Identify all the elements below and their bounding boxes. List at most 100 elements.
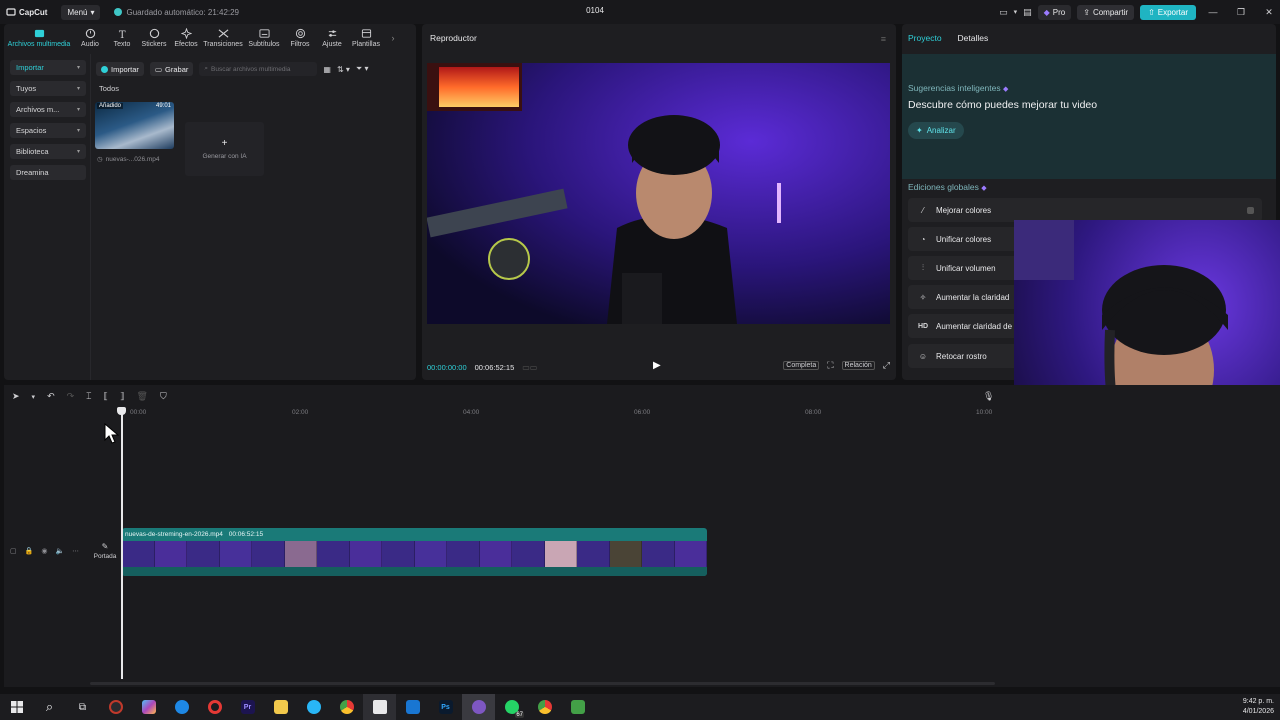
toggle-switch[interactable] xyxy=(1247,207,1254,214)
track-toggle-icon[interactable]: ▢ xyxy=(10,547,17,555)
fullscreen-icon[interactable]: ⤢ xyxy=(883,360,890,371)
edge-icon[interactable] xyxy=(165,694,198,720)
chevron-down-icon: ▾ xyxy=(76,149,80,155)
cover-button[interactable]: ✎ Portada xyxy=(90,537,120,565)
search-icon[interactable]: ⌕ xyxy=(33,694,66,720)
play-button[interactable]: ▶ xyxy=(653,360,661,371)
tool-media[interactable]: Archivos multimedia xyxy=(4,24,74,52)
system-clock[interactable]: 9:42 p. m. 4/01/2026 xyxy=(1243,697,1274,717)
sparkle-icon: ✧ xyxy=(919,292,927,302)
nav-item-library[interactable]: Biblioteca ▾ xyxy=(10,144,86,159)
tool-effects[interactable]: Efectos xyxy=(170,24,202,52)
nav-item-media-files[interactable]: Archivos m... ▾ xyxy=(10,102,86,117)
premiere-icon[interactable]: Pr xyxy=(231,694,264,720)
tool-adjust[interactable]: Ajuste xyxy=(316,24,348,52)
chevron-down-icon: ▾ xyxy=(76,65,80,71)
import-icon xyxy=(101,65,108,73)
record-button[interactable]: ▭ Grabar xyxy=(149,62,194,76)
menu-button[interactable]: Menú ▾ xyxy=(61,4,101,20)
split-icon[interactable]: ⌶ xyxy=(86,391,91,402)
timeline-scrollbar[interactable] xyxy=(90,682,995,685)
tool-subtitles[interactable]: Subtítulos xyxy=(244,24,284,52)
marker-icon[interactable]: ⛉ xyxy=(160,391,167,402)
sort-icon[interactable]: ⇅ ▾ xyxy=(337,65,350,74)
edit-improve-colors[interactable]: ⁄ Mejorar colores xyxy=(908,198,1262,222)
aspect-ratio-button[interactable]: Relación xyxy=(841,361,875,370)
full-quality-button[interactable]: Completa xyxy=(783,361,820,370)
whatsapp-icon[interactable]: 67 xyxy=(495,694,528,720)
app-icon[interactable] xyxy=(99,694,132,720)
export-button[interactable]: ⇧ Exportar xyxy=(1140,4,1196,20)
nav-item-spaces[interactable]: Espacios ▾ xyxy=(10,123,86,138)
screenshot-icon[interactable]: ⛶ xyxy=(827,360,833,371)
layout-icon[interactable]: ▭ xyxy=(999,7,1008,18)
trim-right-icon[interactable]: ⟧ xyxy=(120,391,124,402)
chrome-profile-icon[interactable] xyxy=(528,694,561,720)
tab-details[interactable]: Detalles xyxy=(958,33,989,43)
capcut-taskbar-icon[interactable] xyxy=(363,694,396,720)
timeline-view-icon[interactable]: ▭▭ xyxy=(522,363,537,372)
import-button[interactable]: Importar xyxy=(96,62,144,76)
mail-icon[interactable] xyxy=(396,694,429,720)
pointer-tool-icon[interactable]: ➤ xyxy=(12,391,20,402)
trim-left-icon[interactable]: ⟦ xyxy=(104,391,108,402)
autosave-status: Guardado automático: 21:42:29 xyxy=(114,8,239,17)
redo-icon[interactable]: ↷ xyxy=(67,391,75,402)
layout-chevron-icon[interactable]: ▾ xyxy=(1014,8,1018,16)
analyze-button[interactable]: ✦ Analizar xyxy=(908,122,964,139)
clip-frame xyxy=(577,541,610,567)
task-view-icon[interactable]: ⧉ xyxy=(66,694,99,720)
project-title[interactable]: 0104 xyxy=(580,6,610,15)
eye-icon[interactable]: ◉ xyxy=(41,547,47,555)
tab-project[interactable]: Proyecto xyxy=(908,33,942,43)
tools-scroll-right[interactable]: › xyxy=(384,24,402,52)
playhead[interactable] xyxy=(121,409,123,679)
close-icon[interactable]: ✕ xyxy=(1258,0,1280,24)
view-grid-icon[interactable]: ▦ xyxy=(323,65,331,74)
file-explorer-icon[interactable] xyxy=(264,694,297,720)
delete-icon[interactable]: 🗑 xyxy=(137,391,148,402)
ruler-tick: 10:00 xyxy=(976,409,993,416)
volume-icon[interactable]: 🔈 xyxy=(55,547,64,555)
minimize-icon[interactable]: — xyxy=(1202,0,1224,24)
undo-icon[interactable]: ↶ xyxy=(47,391,55,402)
tool-stickers[interactable]: Stickers xyxy=(138,24,170,52)
tool-transitions[interactable]: Transiciones xyxy=(202,24,244,52)
media-search-input[interactable]: ⌕ Buscar archivos multimedia xyxy=(199,62,318,76)
microphone-icon[interactable]: 🎙 xyxy=(983,391,994,402)
clip-frame xyxy=(479,541,512,567)
ruler-tick: 04:00 xyxy=(463,409,480,416)
nav-item-yours[interactable]: Tuyos ▾ xyxy=(10,81,86,96)
export-icon: ⇧ xyxy=(1148,7,1155,17)
restore-icon[interactable]: ❐ xyxy=(1230,0,1252,24)
lock-icon[interactable]: 🔒 xyxy=(25,547,34,555)
tool-filters[interactable]: Filtros xyxy=(284,24,316,52)
shortcuts-icon[interactable]: ▤ xyxy=(1023,7,1032,18)
filters-icon xyxy=(295,28,305,39)
global-edits-title: Ediciones globales ◆ xyxy=(908,182,987,192)
chevron-down-icon[interactable]: ▾ xyxy=(32,393,36,401)
video-preview[interactable] xyxy=(427,63,890,324)
hamburger-icon[interactable]: ≡ xyxy=(881,34,886,44)
opera-icon[interactable] xyxy=(198,694,231,720)
share-button[interactable]: ⇪ Compartir xyxy=(1077,4,1135,20)
windows-start-icon[interactable] xyxy=(0,694,33,720)
timeline-video-clip[interactable]: nuevas-de-streming-en-2026.mp4 00:06:52:… xyxy=(122,528,707,576)
media-clip-thumbnail[interactable]: Añadido 49:01 xyxy=(95,102,174,149)
tool-templates[interactable]: Plantillas xyxy=(348,24,384,52)
chrome-icon[interactable] xyxy=(330,694,363,720)
timeline-ruler[interactable]: 00:00 02:00 04:00 06:00 08:00 10:00 xyxy=(4,407,1280,419)
filter-icon[interactable]: ⏷ ▾ xyxy=(356,64,369,74)
tool-text[interactable]: T Texto xyxy=(106,24,138,52)
copilot-icon[interactable] xyxy=(132,694,165,720)
more-icon[interactable]: ⋯ xyxy=(72,547,79,555)
nav-item-dreamina[interactable]: Dreamina xyxy=(10,165,86,180)
discord-icon[interactable] xyxy=(462,694,495,720)
nav-item-import[interactable]: Importar ▾ xyxy=(10,60,86,75)
browser-icon[interactable] xyxy=(297,694,330,720)
app-green-icon[interactable] xyxy=(561,694,594,720)
photoshop-icon[interactable]: Ps xyxy=(429,694,462,720)
generate-ai-button[interactable]: + Generar con IA xyxy=(185,122,264,176)
pro-button[interactable]: ◆ Pro xyxy=(1037,4,1072,20)
tool-audio[interactable]: Audio xyxy=(74,24,106,52)
